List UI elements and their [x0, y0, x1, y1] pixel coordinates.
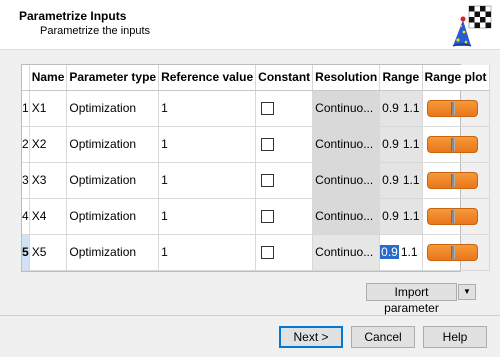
cell-name[interactable]: X5 [29, 234, 68, 271]
next-button[interactable]: Next > [279, 326, 343, 348]
range-slider-thumb[interactable] [450, 173, 455, 187]
table-row[interactable]: 4 X4 Optimization 1 Continuo... 0.9 1.1 [22, 198, 490, 235]
parameters-table: Name Parameter type Reference value Cons… [21, 64, 490, 272]
cell-constant [255, 126, 314, 163]
cell-reference-value[interactable]: 1 [158, 126, 257, 163]
constant-checkbox[interactable] [261, 174, 275, 188]
row-number[interactable]: 1 [22, 90, 30, 127]
cell-range[interactable]: 0.9 1.1 [379, 162, 423, 199]
column-header-constant[interactable]: Constant [255, 65, 314, 91]
page-title: Parametrize Inputs [19, 9, 127, 23]
table-row-current[interactable]: 5 X5 Optimization 1 Continuo... 0.9 1.1 [22, 234, 490, 271]
row-number-header [22, 65, 30, 91]
import-dropdown-button[interactable]: ▼ [458, 284, 476, 300]
wizard-logo-icon [449, 4, 493, 48]
range-slider-thumb[interactable] [450, 245, 455, 259]
column-header-range[interactable]: Range [379, 65, 423, 91]
cell-parameter-type[interactable]: Optimization [66, 234, 160, 271]
cell-parameter-type[interactable]: Optimization [66, 162, 160, 199]
cell-constant [255, 162, 314, 199]
cell-range-plot [422, 234, 490, 271]
row-number[interactable]: 5 [22, 234, 30, 271]
cell-range[interactable]: 0.9 1.1 [379, 90, 423, 127]
column-header-range-plot[interactable]: Range plot [422, 65, 490, 91]
range-min[interactable]: 0.9 [380, 209, 401, 223]
range-plot-bar[interactable] [426, 171, 478, 189]
column-header-name[interactable]: Name [29, 65, 68, 91]
column-header-reference-value[interactable]: Reference value [158, 65, 257, 91]
cell-name[interactable]: X3 [29, 162, 68, 199]
row-number[interactable]: 3 [22, 162, 30, 199]
range-max[interactable]: 1.1 [401, 209, 422, 223]
cell-constant [255, 198, 314, 235]
cell-name[interactable]: X4 [29, 198, 68, 235]
cell-name[interactable]: X1 [29, 90, 68, 127]
cell-resolution[interactable]: Continuo... [312, 198, 381, 235]
cell-range-plot [422, 162, 490, 199]
cell-parameter-type[interactable]: Optimization [66, 90, 160, 127]
footer-divider [0, 315, 500, 316]
table-header-row: Name Parameter type Reference value Cons… [22, 65, 490, 91]
range-min[interactable]: 0.9 [380, 173, 401, 187]
table-row[interactable]: 1 X1 Optimization 1 Continuo... 0.9 1.1 [22, 90, 490, 127]
cell-name[interactable]: X2 [29, 126, 68, 163]
cell-resolution[interactable]: Continuo... [312, 126, 381, 163]
range-plot-bar[interactable] [426, 99, 478, 117]
cell-reference-value[interactable]: 1 [158, 90, 257, 127]
constant-checkbox[interactable] [261, 102, 275, 116]
range-plot-bar[interactable] [426, 135, 478, 153]
range-plot-bar[interactable] [426, 207, 478, 225]
range-slider-thumb[interactable] [450, 101, 455, 115]
cell-parameter-type[interactable]: Optimization [66, 126, 160, 163]
cell-reference-value[interactable]: 1 [158, 234, 257, 271]
cell-constant [255, 234, 314, 271]
cell-range[interactable]: 0.9 1.1 [379, 126, 423, 163]
page-subtitle: Parametrize the inputs [40, 25, 151, 37]
constant-checkbox[interactable] [261, 210, 275, 224]
cell-range[interactable]: 0.9 1.1 [379, 234, 423, 271]
range-max[interactable]: 1.1 [401, 173, 422, 187]
cell-reference-value[interactable]: 1 [158, 162, 257, 199]
column-header-parameter-type[interactable]: Parameter type [66, 65, 160, 91]
cell-constant [255, 90, 314, 127]
help-button[interactable]: Help [423, 326, 487, 348]
table-row[interactable]: 2 X2 Optimization 1 Continuo... 0.9 1.1 [22, 126, 490, 163]
range-plot-bar[interactable] [426, 243, 478, 261]
cell-resolution[interactable]: Continuo... [312, 162, 381, 199]
range-slider-thumb[interactable] [450, 209, 455, 223]
triangle-down-icon: ▼ [463, 287, 471, 296]
range-max[interactable]: 1.1 [399, 245, 420, 259]
constant-checkbox[interactable] [261, 138, 275, 152]
wizard-header: Parametrize Inputs Parametrize the input… [0, 0, 500, 50]
cell-range[interactable]: 0.9 1.1 [379, 198, 423, 235]
row-number[interactable]: 4 [22, 198, 30, 235]
cell-parameter-type[interactable]: Optimization [66, 198, 160, 235]
import-parameter-button[interactable]: Import parameter [366, 283, 457, 315]
cell-range-plot [422, 126, 490, 163]
range-max[interactable]: 1.1 [401, 137, 422, 151]
range-min[interactable]: 0.9 [380, 101, 401, 115]
range-slider-thumb[interactable] [450, 137, 455, 151]
range-min-selected[interactable]: 0.9 [380, 245, 399, 259]
cell-resolution[interactable]: Continuo... [312, 234, 381, 271]
table-row[interactable]: 3 X3 Optimization 1 Continuo... 0.9 1.1 [22, 162, 490, 199]
range-max[interactable]: 1.1 [401, 101, 422, 115]
range-min[interactable]: 0.9 [380, 137, 401, 151]
cell-resolution[interactable]: Continuo... [312, 90, 381, 127]
row-number[interactable]: 2 [22, 126, 30, 163]
cell-reference-value[interactable]: 1 [158, 198, 257, 235]
cell-range-plot [422, 90, 490, 127]
constant-checkbox[interactable] [261, 246, 275, 260]
cancel-button[interactable]: Cancel [351, 326, 415, 348]
cell-range-plot [422, 198, 490, 235]
column-header-resolution[interactable]: Resolution [312, 65, 381, 91]
